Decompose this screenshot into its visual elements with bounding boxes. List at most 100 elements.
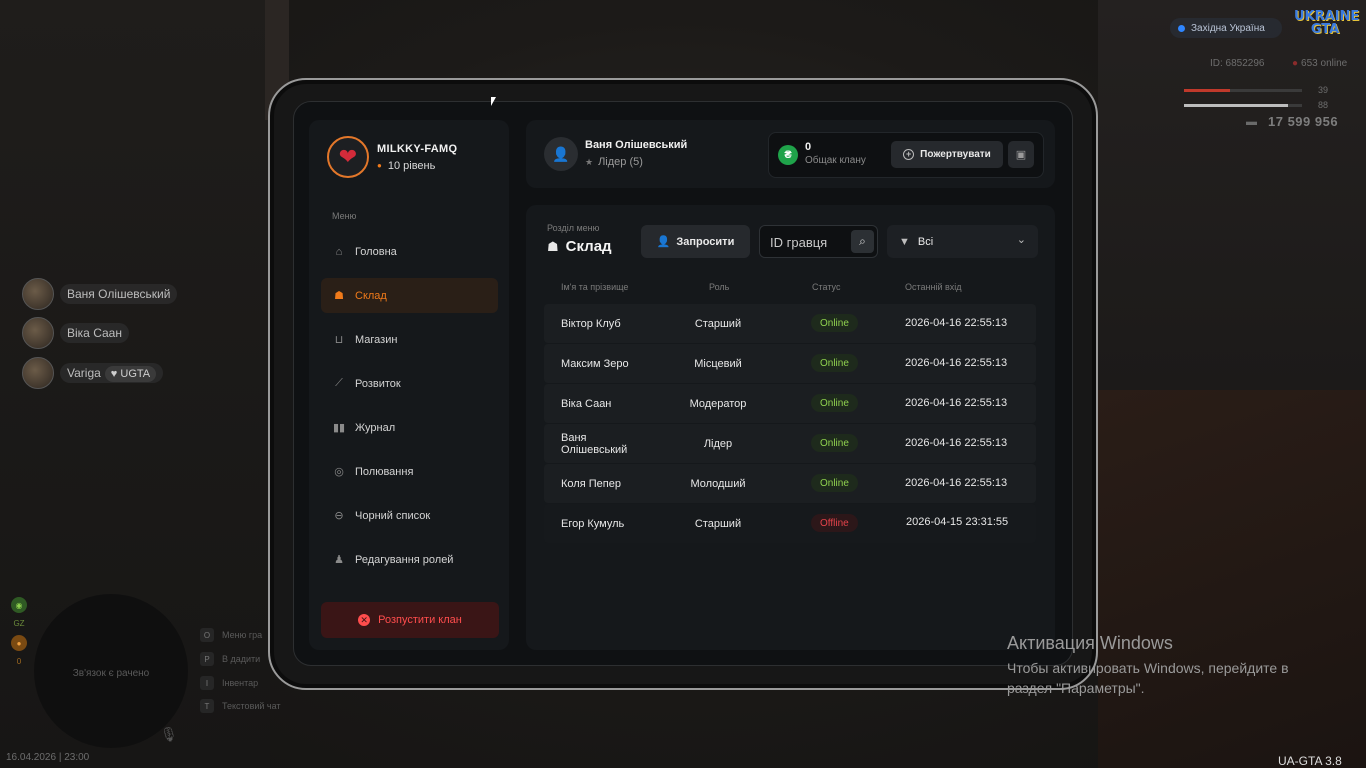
game-datetime: 16.04.2026 | 23:00 — [6, 752, 90, 763]
status-filter[interactable]: ▼ Всі ⌄ — [887, 225, 1038, 258]
sidebar-item-edit-roles[interactable]: ♟ Редагування ролей — [321, 542, 498, 577]
member-role: Молодший — [690, 478, 746, 490]
sidebar-item-shop[interactable]: ⊔ Магазин — [321, 322, 498, 357]
game-version: UA-GTA 3.8 — [1278, 754, 1342, 768]
status-badge: Online — [811, 434, 858, 452]
sidebar-item-label: Головна — [355, 245, 397, 258]
status-badge: Online — [811, 314, 858, 332]
user-name: Ваня Олішевський — [585, 139, 688, 151]
activation-line: раздел "Параметры". — [1007, 680, 1145, 696]
block-icon: ⊖ — [334, 510, 344, 522]
basket-icon: ⊔ — [334, 334, 344, 346]
keyhint-label: В дадити — [222, 654, 261, 664]
nearby-player: Віка Саан — [22, 317, 129, 349]
member-last-login: 2026-04-15 23:31:55 — [906, 516, 1009, 528]
health-bar — [1184, 89, 1302, 92]
status-badge: Online — [811, 354, 858, 372]
sidebar-item-blacklist[interactable]: ⊖ Чорний список — [321, 498, 498, 533]
nearby-player: Variga ♥ UGTA — [22, 357, 164, 389]
sidebar-item-warehouse[interactable]: ☗ Склад — [321, 278, 498, 313]
player-name: Віка Саан — [60, 323, 129, 343]
chevron-down-icon: ⌄ — [1016, 234, 1026, 246]
microphone-icon: 🎙 — [160, 726, 178, 742]
column-header: Останній вхід — [905, 282, 962, 292]
currency-icon: ₴ — [778, 145, 798, 165]
sidebar-item-label: Склад — [355, 289, 387, 302]
minimap-status: Зв'язок є рачено — [72, 668, 150, 679]
status-badge: Online — [811, 474, 858, 492]
health-fill — [1184, 89, 1231, 92]
keyhint-label: Меню гра — [222, 630, 263, 640]
close-icon: ✕ — [358, 614, 371, 626]
player-badge-label: UGTA — [120, 368, 151, 380]
player-id: ID: 6852296 — [1210, 58, 1265, 69]
filter-value: Всі — [917, 235, 934, 248]
heart-icon: ❤ — [338, 144, 358, 169]
user-edit-icon: ♟ — [334, 554, 344, 566]
user-avatar: 👤 — [544, 137, 578, 171]
member-role: Модератор — [689, 398, 747, 410]
server-logo: UKRAINE GTA — [1294, 9, 1360, 37]
user-icon: 👤 — [552, 145, 570, 162]
avatar — [22, 317, 54, 349]
scene-floor — [1098, 390, 1366, 768]
sidebar-item-label: Полювання — [355, 465, 414, 478]
sidebar-item-label: Журнал — [355, 421, 396, 434]
sidebar-item-label: Редагування ролей — [355, 553, 454, 566]
status-badge: Offline — [811, 514, 858, 532]
armor-fill — [1184, 104, 1288, 107]
player-name: Variga ♥ UGTA — [60, 363, 164, 383]
member-name: Віктор Клуб — [561, 318, 621, 330]
chart-icon: ⟋ — [335, 377, 343, 389]
add-user-icon: 👤 — [656, 236, 671, 248]
hunger-icon: ● — [11, 635, 27, 651]
plus-icon: + — [903, 149, 915, 160]
status-badge: Online — [811, 394, 858, 412]
sidebar-item-home[interactable]: ⌂ Головна — [321, 234, 498, 269]
voice-icon: ◉ — [11, 597, 27, 613]
disband-label: Розпустити клан — [378, 614, 462, 626]
money-value: 17 599 956 — [1268, 114, 1339, 129]
safe-button[interactable]: ▣ — [1008, 141, 1034, 168]
avatar — [22, 357, 54, 389]
bank-label: Общак клану — [805, 155, 866, 166]
invite-button[interactable]: 👤 Запросити — [641, 225, 750, 258]
donate-button[interactable]: + Пожертвувати — [891, 141, 1003, 168]
invite-label: Запросити — [676, 235, 735, 248]
keyhint: P В дадити — [200, 652, 260, 666]
clan-level: 10 рівень — [377, 160, 436, 172]
level-gz: GZ — [13, 618, 25, 628]
sidebar-item-hunting[interactable]: ◎ Полювання — [321, 454, 498, 489]
member-name: Віка Саан — [561, 398, 612, 410]
menu-title: Меню — [332, 211, 357, 221]
sidebar-item-label: Магазин — [355, 333, 398, 346]
member-last-login: 2026-04-16 22:55:13 — [905, 397, 1008, 409]
keyhint: O Меню гра — [200, 628, 262, 642]
member-last-login: 2026-04-16 22:55:13 — [905, 317, 1008, 329]
disband-clan-button[interactable]: ✕ Розпустити клан — [321, 602, 499, 638]
region-label: Західна Україна — [1191, 22, 1265, 34]
search-input[interactable] — [770, 233, 850, 251]
keyhint-label: Інвентар — [222, 678, 259, 688]
member-last-login: 2026-04-16 22:55:13 — [905, 437, 1008, 449]
armor-bar — [1184, 104, 1302, 107]
money-icon: ▬ — [1246, 116, 1257, 128]
safe-icon: ▣ — [1015, 149, 1027, 161]
activation-line: Чтобы активировать Windows, перейдите в — [1007, 660, 1289, 676]
online-count: 653 online — [1292, 58, 1347, 69]
mouse-cursor — [491, 97, 496, 106]
member-last-login: 2026-04-16 22:55:13 — [905, 477, 1008, 489]
clan-name: MILKKY-FAMQ — [377, 143, 458, 155]
search-icon: ⌕ — [859, 234, 866, 248]
region-indicator: Західна Україна — [1170, 18, 1282, 38]
bank-amount: 0 — [805, 141, 812, 153]
key-label: P — [200, 652, 214, 666]
sidebar-item-journal[interactable]: ▮▮ Журнал — [321, 410, 498, 445]
sidebar-item-development[interactable]: ⟋ Розвиток — [321, 366, 498, 401]
avatar — [22, 278, 54, 310]
windows-activation-notice: Активация Windows Чтобы активировать Win… — [1007, 633, 1289, 698]
armor-value: 88 — [1318, 100, 1329, 110]
player-name-text: Variga — [67, 366, 101, 380]
activation-title: Активация Windows — [1007, 633, 1173, 653]
search-button[interactable]: ⌕ — [851, 230, 874, 253]
